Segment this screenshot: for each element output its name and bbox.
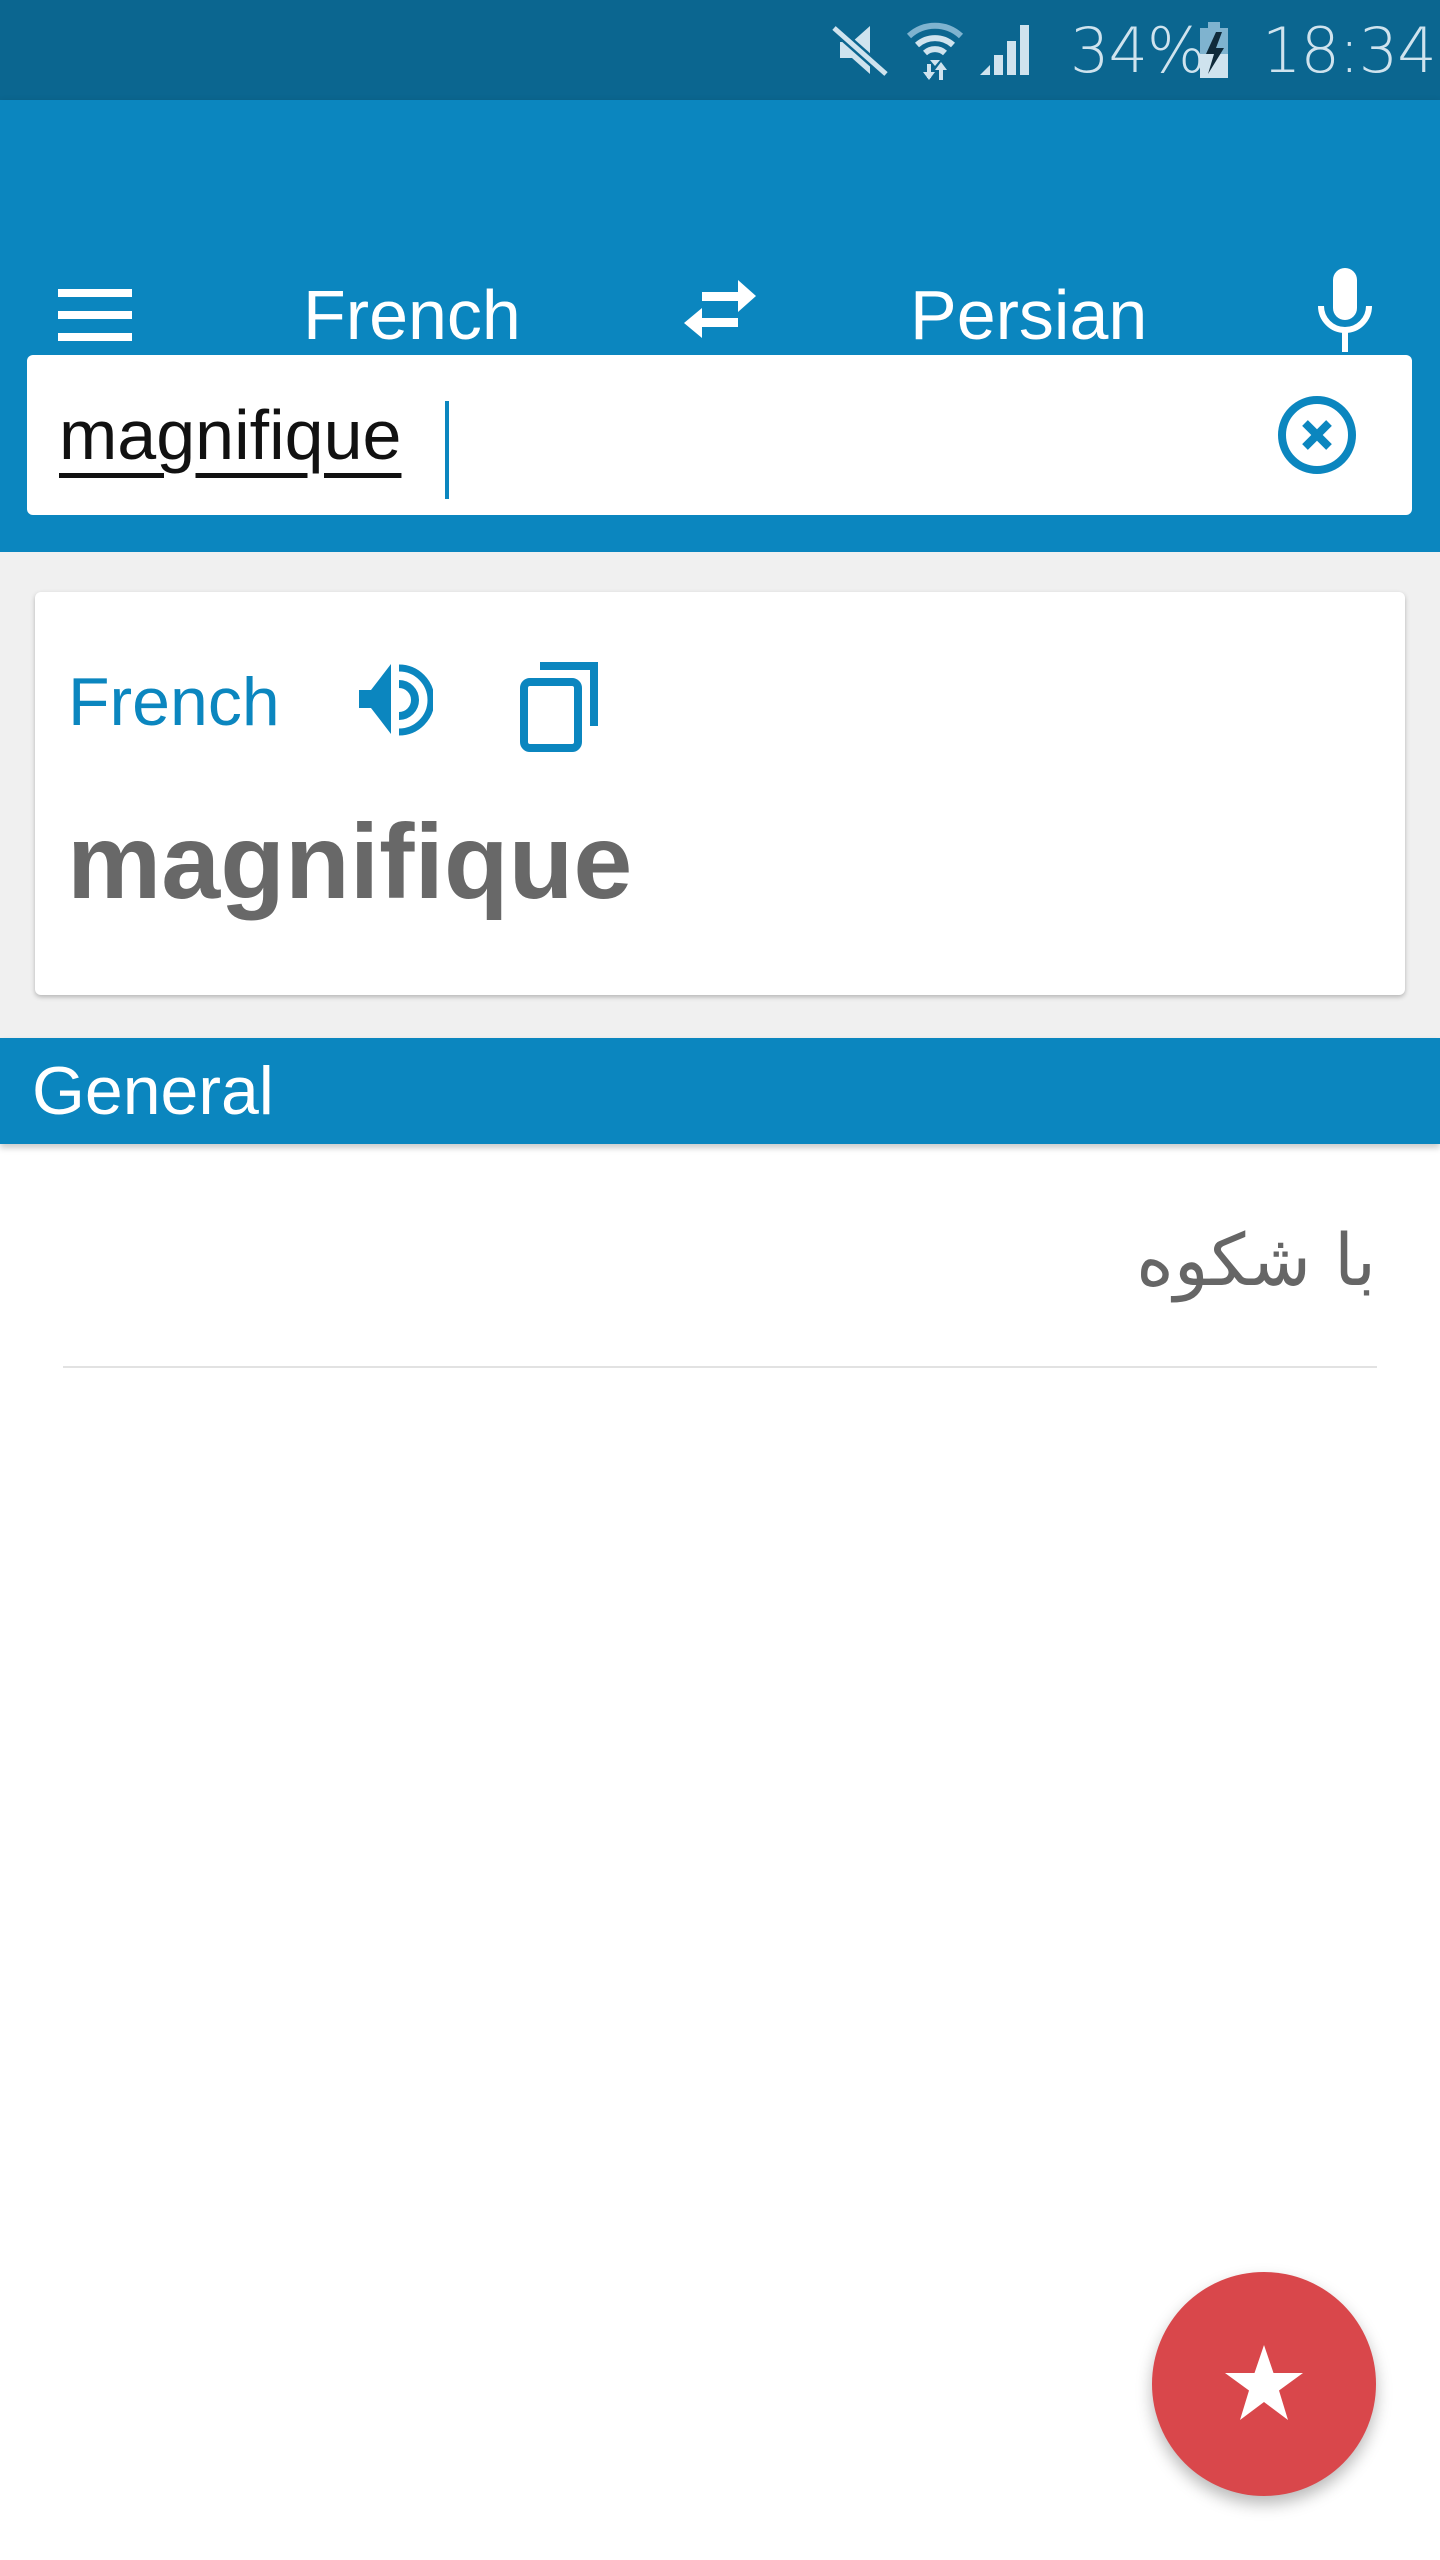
mute-icon <box>830 0 890 100</box>
voice-input-button[interactable] <box>1290 250 1400 370</box>
clear-circle-icon <box>1278 396 1356 474</box>
favorite-fab-button[interactable] <box>1152 2272 1376 2496</box>
card-language-label: French <box>68 664 280 740</box>
wifi-icon <box>906 0 964 100</box>
battery-charging-icon <box>1198 0 1230 100</box>
source-word-card: French magnifique <box>35 592 1405 995</box>
swap-languages-button[interactable] <box>670 260 770 360</box>
list-divider <box>63 1366 1377 1368</box>
copy-icon <box>520 662 598 752</box>
status-bar: 34% 18:34 <box>0 0 1440 100</box>
copy-button[interactable] <box>505 652 615 762</box>
hamburger-menu-icon <box>58 289 132 341</box>
section-title: General <box>32 1053 274 1129</box>
translation-list-item[interactable]: با شکوه <box>0 1150 1440 1368</box>
text-cursor <box>445 401 449 499</box>
signal-icon <box>978 0 1034 100</box>
speaker-icon <box>359 664 433 736</box>
section-header-general: General <box>0 1038 1440 1144</box>
source-word: magnifique <box>67 803 633 921</box>
target-language-selector[interactable]: Persian <box>910 270 1147 360</box>
search-box <box>27 355 1412 515</box>
swap-arrows-icon <box>684 280 756 338</box>
star-icon <box>1225 2345 1303 2420</box>
microphone-icon <box>1318 268 1372 352</box>
translation-text: با شکوه <box>1136 1218 1376 1302</box>
battery-percent: 34% <box>1070 13 1206 87</box>
clear-search-button[interactable] <box>1267 385 1367 485</box>
menu-button[interactable] <box>40 260 150 370</box>
app-toolbar: French Persian <box>0 100 1440 552</box>
search-input[interactable] <box>59 355 1259 515</box>
clock: 18:34 <box>1262 13 1437 87</box>
pronounce-button[interactable] <box>345 652 445 752</box>
source-language-selector[interactable]: French <box>303 270 521 360</box>
